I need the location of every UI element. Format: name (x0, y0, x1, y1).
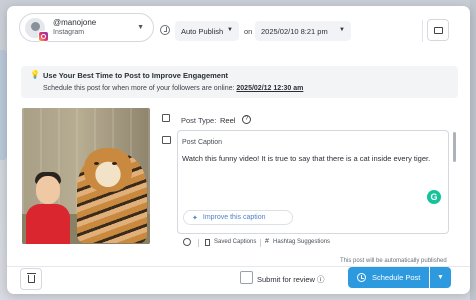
child-head (36, 176, 60, 204)
help-icon[interactable]: ? (242, 115, 251, 124)
caption-label: Post Caption (182, 139, 223, 146)
account-text: @manojone Instagram (53, 18, 96, 38)
account-name: @manojone (53, 17, 97, 27)
child-shirt (26, 204, 70, 244)
info-icon[interactable]: ⓘ (317, 275, 325, 284)
tool-divider (198, 239, 199, 247)
post-type-label: Post Type: (181, 116, 217, 125)
header-divider (422, 20, 423, 42)
improve-caption-button[interactable]: ✦ Improve this caption (183, 210, 293, 225)
saved-captions-label: Saved Captions (214, 239, 257, 245)
clock-icon (357, 273, 366, 282)
comments-button[interactable] (427, 19, 449, 41)
account-platform: Instagram (53, 28, 85, 36)
publish-mode-value: Auto Publish (181, 26, 224, 36)
banner-title: Use Your Best Time to Post to Improve En… (43, 71, 229, 80)
account-selector[interactable]: @manojone Instagram ▼ (19, 13, 154, 42)
hashtag-icon: # (265, 238, 269, 245)
chevron-down-icon: ▼ (137, 24, 144, 31)
sparkle-icon: ✦ (192, 214, 198, 222)
on-label: on (244, 27, 253, 36)
grammarly-icon[interactable]: G (427, 190, 441, 204)
schedule-options-dropdown[interactable]: ▼ (430, 267, 451, 288)
message-icon (433, 26, 443, 34)
publish-mode-icon (160, 25, 170, 35)
chevron-down-icon: ▼ (437, 274, 444, 281)
post-type-icon (162, 114, 170, 122)
backdrop-panel-right (470, 0, 476, 300)
publish-datetime-value: 2025/02/10 8:21 pm (261, 26, 328, 36)
tiger-head (84, 148, 132, 192)
banner-subtitle-text: Schedule this post for when more of your… (43, 85, 235, 92)
banner-subtitle: Schedule this post for when more of your… (43, 85, 303, 92)
trash-icon (26, 273, 36, 283)
best-time-banner: 💡 Use Your Best Time to Post to Improve … (21, 66, 458, 98)
avatar-face (30, 22, 40, 31)
caption-scrollbar[interactable] (453, 132, 456, 162)
bookmark-icon (205, 239, 210, 246)
submit-for-review-checkbox[interactable] (240, 271, 253, 284)
auto-publish-note: This post will be automatically publishe… (340, 258, 447, 264)
avatar (25, 17, 49, 42)
emoji-icon[interactable] (183, 238, 191, 246)
instagram-icon (38, 30, 49, 42)
post-type-value: Reel (220, 116, 236, 125)
improve-caption-label: Improve this caption (202, 214, 266, 221)
chevron-down-icon: ▼ (227, 27, 233, 33)
tool-divider (260, 239, 261, 247)
lightbulb-icon: 💡 (30, 70, 40, 79)
submit-for-review-label: Submit for review ⓘ (257, 274, 325, 285)
schedule-post-modal: @manojone Instagram ▼ Auto Publish ▼ on … (7, 6, 470, 294)
delete-button[interactable] (20, 268, 42, 290)
hashtag-suggestions-label: Hashtag Suggestions (273, 239, 331, 245)
saved-captions-button[interactable]: Saved Captions (214, 239, 256, 245)
schedule-post-button[interactable]: Schedule Post (348, 267, 429, 288)
schedule-post-label: Schedule Post (372, 273, 421, 282)
hashtag-suggestions-button[interactable]: Hashtag Suggestions (273, 239, 330, 245)
publish-datetime-select[interactable]: 2025/02/10 8:21 pm ▼ (255, 21, 351, 41)
media-preview[interactable] (22, 108, 150, 244)
submit-for-review-text: Submit for review (257, 275, 315, 284)
caption-text[interactable]: Watch this funny video! It is true to sa… (182, 154, 430, 163)
chevron-down-icon: ▼ (339, 27, 345, 33)
caption-icon (162, 136, 171, 144)
backdrop-panel-left (0, 50, 7, 160)
best-time-link[interactable]: 2025/02/12 12:30 am (236, 85, 303, 92)
publish-mode-select[interactable]: Auto Publish ▼ (175, 21, 239, 41)
